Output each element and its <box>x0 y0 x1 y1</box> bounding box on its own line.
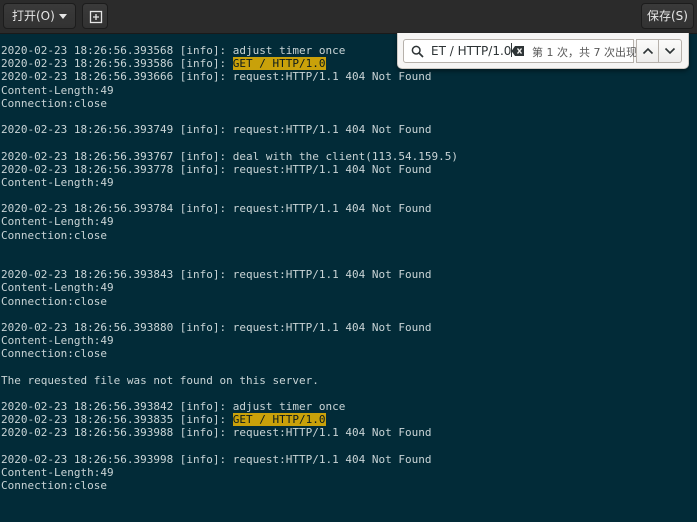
chevron-up-icon <box>642 47 654 55</box>
line-text: 2020-02-23 18:26:56.393880 [info]: reque… <box>1 320 432 334</box>
clear-icon[interactable] <box>511 45 525 57</box>
text-line: Content-Length:49 <box>0 84 697 97</box>
line-text: 2020-02-23 18:26:56.393749 [info]: reque… <box>1 123 432 137</box>
text-line: 2020-02-23 18:26:56.393784 [info]: reque… <box>0 202 697 215</box>
text-line: Connection:close <box>0 479 697 492</box>
text-line: 2020-02-23 18:26:56.393767 [info]: deal … <box>0 150 697 163</box>
search-input[interactable]: ET / HTTP/1.0 第 1 次，共 7 次出现 <box>403 39 637 63</box>
text-line: 2020-02-23 18:26:56.393843 [info]: reque… <box>0 268 697 281</box>
search-match-highlight: GET / HTTP/1.0 <box>232 413 326 427</box>
line-text: 2020-02-23 18:26:56.393988 [info]: reque… <box>1 426 432 440</box>
text-line: Connection:close <box>0 347 697 360</box>
text-line: 2020-02-23 18:26:56.393666 [info]: reque… <box>0 70 697 83</box>
line-text: Connection:close <box>1 96 107 110</box>
text-line <box>0 189 697 202</box>
line-text: Content-Length:49 <box>1 175 114 189</box>
text-line: 2020-02-23 18:26:56.393842 [info]: adjus… <box>0 400 697 413</box>
line-text: The requested file was not found on this… <box>1 373 319 387</box>
line-text: Connection:close <box>1 347 107 361</box>
text-line: 2020-02-23 18:26:56.393880 [info]: reque… <box>0 321 697 334</box>
search-bar: ET / HTTP/1.0 第 1 次，共 7 次出现 <box>397 33 689 69</box>
line-text: 2020-02-23 18:26:56.393778 [info]: reque… <box>1 162 432 176</box>
chevron-down-icon <box>664 47 676 55</box>
line-text: Content-Length:49 <box>1 83 114 97</box>
line-text: 2020-02-23 18:26:56.393666 [info]: reque… <box>1 70 432 84</box>
search-match-highlight: GET / HTTP/1.0 <box>232 57 326 71</box>
text-view[interactable]: 2020-02-23 18:26:56.393568 [info]: adjus… <box>0 44 697 492</box>
new-document-button[interactable] <box>82 3 108 29</box>
search-icon <box>411 45 424 58</box>
text-line: Content-Length:49 <box>0 176 697 189</box>
line-text: 2020-02-23 18:26:56.393784 [info]: reque… <box>1 202 432 216</box>
text-line: 2020-02-23 18:26:56.393749 [info]: reque… <box>0 123 697 136</box>
text-line: 2020-02-23 18:26:56.393778 [info]: reque… <box>0 163 697 176</box>
text-line: Content-Length:49 <box>0 281 697 294</box>
text-line <box>0 440 697 453</box>
text-line: 2020-02-23 18:26:56.393998 [info]: reque… <box>0 453 697 466</box>
line-text: Connection:close <box>1 479 107 493</box>
line-text: Content-Length:49 <box>1 215 114 229</box>
save-button-label: 保存(S) <box>647 9 688 23</box>
search-query-wrap: ET / HTTP/1.0 <box>431 43 513 58</box>
next-match-button[interactable] <box>659 39 682 63</box>
text-line: Content-Length:49 <box>0 334 697 347</box>
line-text: Content-Length:49 <box>1 466 114 479</box>
line-text: Connection:close <box>1 294 107 308</box>
text-line <box>0 361 697 374</box>
previous-match-button[interactable] <box>636 39 659 63</box>
text-line <box>0 136 697 149</box>
text-line: Connection:close <box>0 97 697 110</box>
line-text: 2020-02-23 18:26:56.393568 [info]: adjus… <box>1 44 346 57</box>
text-line <box>0 387 697 400</box>
new-document-icon <box>89 10 103 24</box>
line-text: 2020-02-23 18:26:56.393586 [info]: <box>1 57 233 71</box>
open-button[interactable]: 打开(O) <box>3 3 76 29</box>
text-line <box>0 308 697 321</box>
line-text: 2020-02-23 18:26:56.393767 [info]: deal … <box>1 149 458 163</box>
line-text: Content-Length:49 <box>1 281 114 295</box>
save-button[interactable]: 保存(S) <box>641 3 694 29</box>
text-line: Connection:close <box>0 229 697 242</box>
line-text: 2020-02-23 18:26:56.393842 [info]: adjus… <box>1 400 346 414</box>
line-text: 2020-02-23 18:26:56.393835 [info]: <box>1 413 233 427</box>
line-text: Connection:close <box>1 228 107 242</box>
line-text: 2020-02-23 18:26:56.393998 [info]: reque… <box>1 452 432 466</box>
text-line: The requested file was not found on this… <box>0 374 697 387</box>
header-bar: 打开(O) 保存(S) <box>0 0 697 34</box>
text-line <box>0 110 697 123</box>
chevron-down-icon <box>59 14 67 19</box>
text-line: 2020-02-23 18:26:56.393835 [info]: GET /… <box>0 413 697 427</box>
text-line <box>0 255 697 268</box>
line-text: Content-Length:49 <box>1 334 114 348</box>
text-line: Content-Length:49 <box>0 215 697 228</box>
text-line: Connection:close <box>0 295 697 308</box>
match-count: 第 1 次，共 7 次出现 <box>532 46 637 59</box>
line-text: 2020-02-23 18:26:56.393843 [info]: reque… <box>1 268 432 282</box>
open-button-label: 打开(O) <box>12 9 55 23</box>
text-line <box>0 242 697 255</box>
text-line: 2020-02-23 18:26:56.393988 [info]: reque… <box>0 426 697 439</box>
search-query: ET / HTTP/1.0 <box>431 44 512 58</box>
text-line: Content-Length:49 <box>0 466 697 479</box>
